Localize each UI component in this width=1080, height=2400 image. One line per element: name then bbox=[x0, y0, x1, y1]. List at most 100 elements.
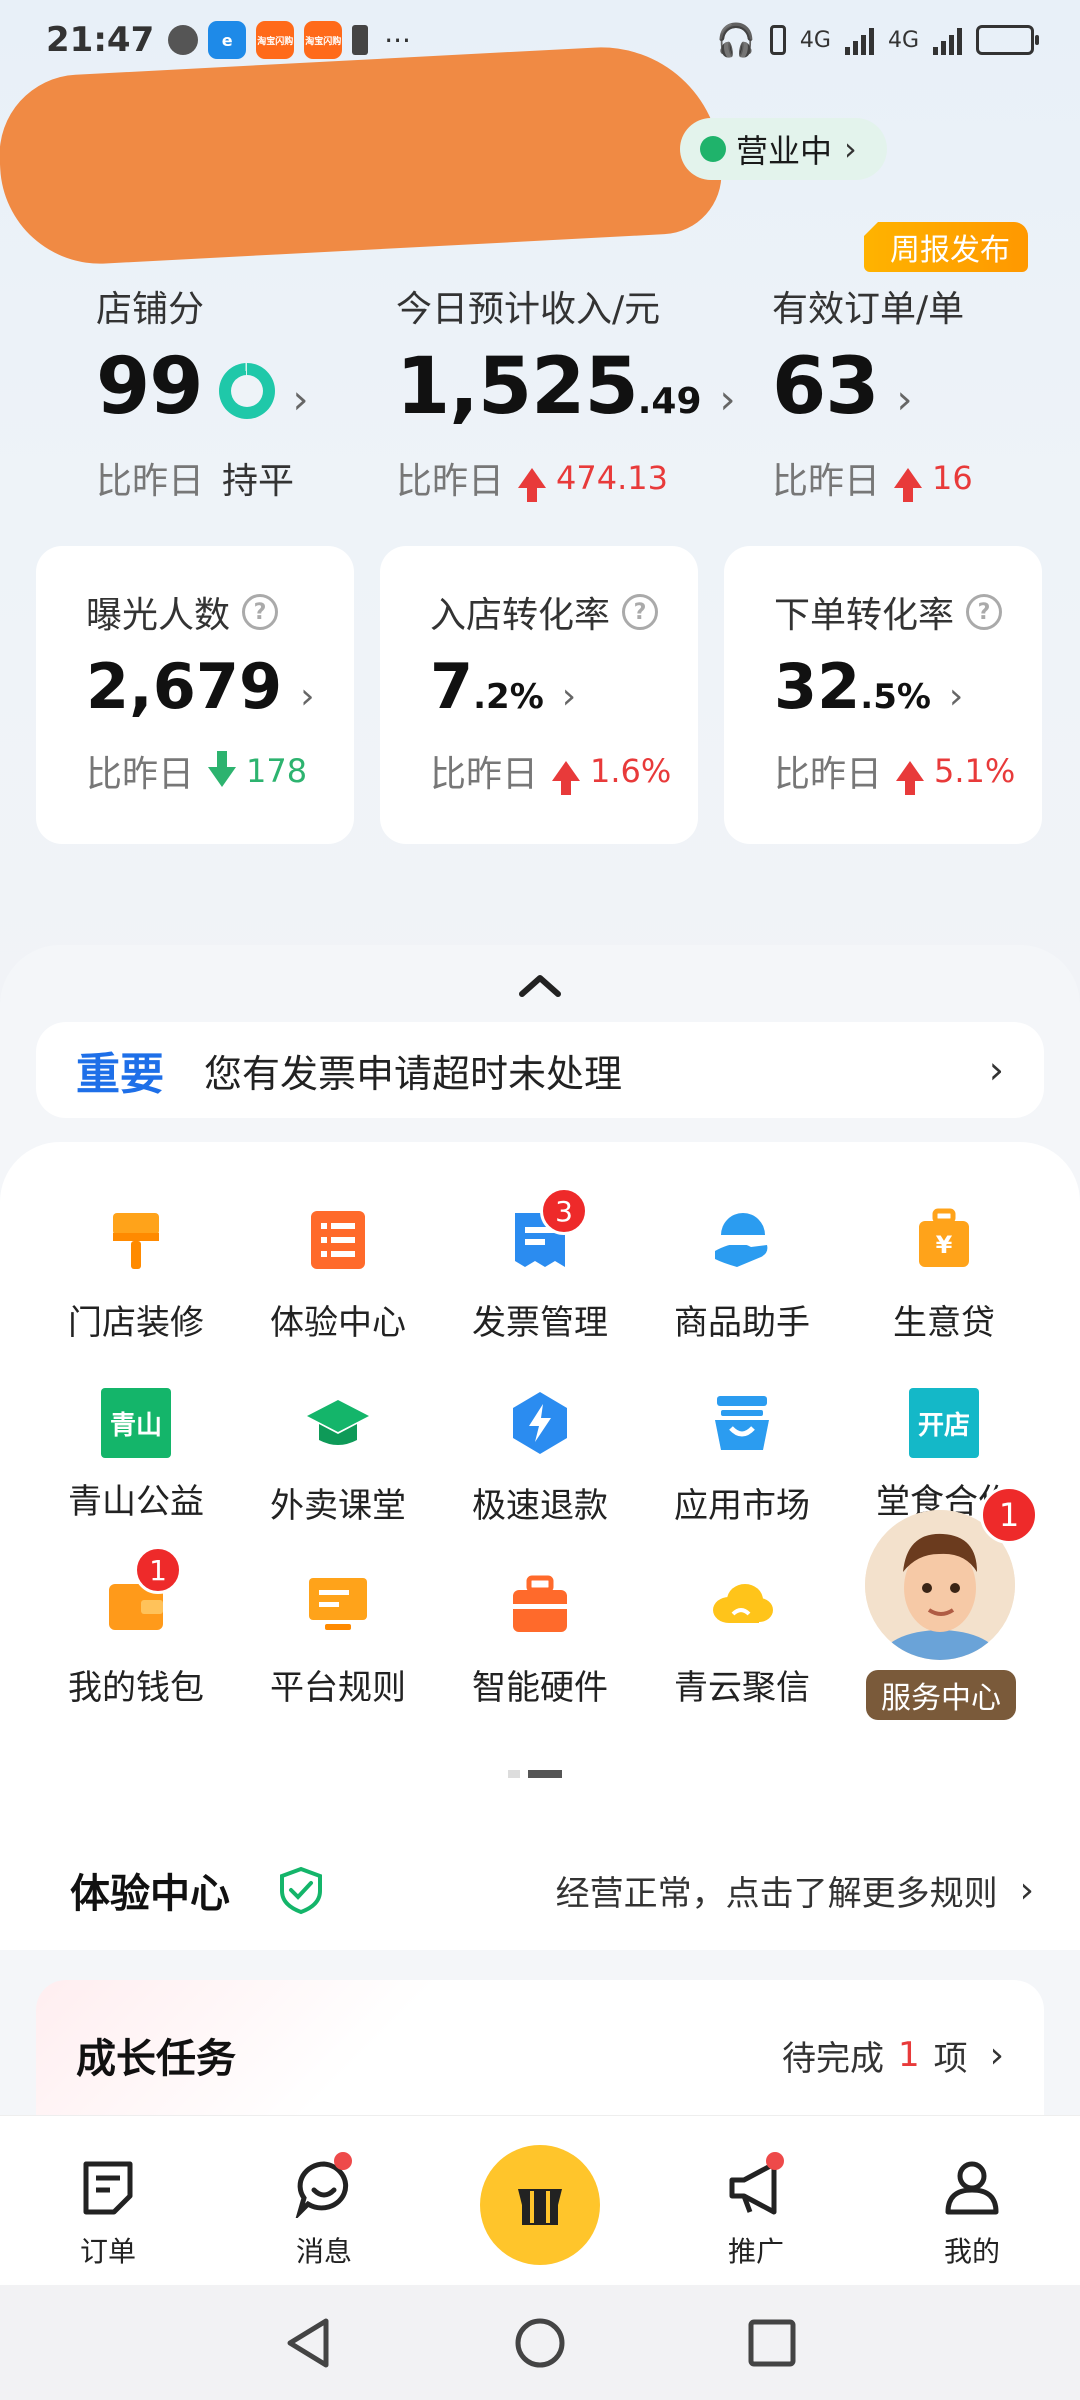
tool-delivery-class[interactable]: 外卖课堂 bbox=[238, 1388, 438, 1527]
tool-label: 外卖课堂 bbox=[270, 1486, 406, 1526]
monitor-icon bbox=[309, 1578, 367, 1630]
tool-my-wallet[interactable]: 1 我的钱包 bbox=[36, 1546, 236, 1709]
chevron-right-icon: › bbox=[719, 377, 736, 423]
voice-icon bbox=[168, 25, 199, 55]
page-dot bbox=[508, 1770, 520, 1778]
store-status-button[interactable]: 营业中 › bbox=[680, 118, 887, 180]
orders-stat[interactable]: 有效订单/单 63 › 比昨日 16 bbox=[772, 280, 973, 504]
tab-promotion[interactable]: 推广 bbox=[696, 2152, 816, 2270]
notification-badge: 1 bbox=[134, 1546, 182, 1594]
card-value: 2,679 bbox=[86, 650, 283, 723]
compare-label: 比昨日 bbox=[774, 754, 883, 795]
help-icon[interactable]: ? bbox=[622, 594, 659, 630]
compare-label: 比昨日 bbox=[396, 461, 505, 502]
arrow-up-icon bbox=[894, 468, 923, 502]
taobao-app-icon-2: 淘宝闪购 bbox=[304, 21, 343, 59]
tab-label: 消息 bbox=[295, 2235, 352, 2268]
compare-delta: 178 bbox=[246, 752, 308, 790]
pending-prefix: 待完成 bbox=[781, 2038, 884, 2079]
tab-label: 推广 bbox=[727, 2235, 784, 2268]
cloud-icon bbox=[713, 1584, 773, 1623]
shield-check-icon bbox=[280, 1866, 322, 1915]
svg-text:¥: ¥ bbox=[936, 1231, 953, 1259]
lightning-icon bbox=[513, 1392, 567, 1454]
stat-value: 1,525 bbox=[396, 342, 639, 432]
tool-smart-hardware[interactable]: 智能硬件 bbox=[440, 1570, 640, 1709]
tab-orders[interactable]: 订单 bbox=[48, 2158, 168, 2270]
service-center-button[interactable]: 1 服务中心 bbox=[860, 1486, 1038, 1720]
chevron-right-icon: › bbox=[844, 130, 857, 168]
tool-label: 平台规则 bbox=[270, 1668, 406, 1708]
help-icon[interactable]: ? bbox=[966, 594, 1003, 630]
income-stat[interactable]: 今日预计收入/元 1,525 .49 › 比昨日 474.13 bbox=[396, 280, 736, 504]
store-center-button[interactable] bbox=[480, 2145, 600, 2265]
tool-experience-center[interactable]: 体验中心 bbox=[238, 1205, 438, 1344]
growth-tasks-card[interactable]: 成长任务 待完成 1 项 › bbox=[36, 1980, 1044, 2130]
chevron-right-icon: › bbox=[988, 1048, 1004, 1092]
score-ring-icon bbox=[218, 363, 275, 419]
tool-app-market[interactable]: 应用市场 bbox=[642, 1388, 842, 1527]
open-status-dot bbox=[700, 136, 726, 162]
card-label: 入店转化率 bbox=[430, 595, 611, 636]
card-suffix: .2% bbox=[473, 677, 544, 717]
chevron-right-icon: › bbox=[948, 676, 964, 717]
tool-qingshan-charity[interactable]: 青山 青山公益 bbox=[36, 1388, 236, 1523]
open-store-icon: 开店 bbox=[909, 1388, 979, 1458]
tool-fast-refund[interactable]: 极速退款 bbox=[440, 1388, 640, 1527]
back-triangle-icon[interactable] bbox=[282, 2315, 338, 2371]
exposure-card[interactable]: 曝光人数 ? 2,679 › 比昨日 178 bbox=[36, 546, 354, 844]
graduation-cap-icon bbox=[307, 1400, 369, 1445]
tool-label: 智能硬件 bbox=[472, 1668, 608, 1708]
tool-label: 发票管理 bbox=[472, 1303, 608, 1343]
tool-label: 青云聚信 bbox=[674, 1668, 810, 1708]
loan-bag-icon: ¥ bbox=[919, 1208, 969, 1267]
shopping-basket-icon bbox=[715, 1396, 769, 1450]
experience-center-row[interactable]: 体验中心 经营正常，点击了解更多规则 › bbox=[0, 1830, 1080, 1950]
stat-value: 63 bbox=[772, 342, 880, 432]
list-doc-icon bbox=[311, 1211, 365, 1269]
weekly-report-badge[interactable]: 周报发布 bbox=[864, 222, 1028, 272]
tool-product-assistant[interactable]: 商品助手 bbox=[642, 1205, 842, 1344]
tool-invoice-management[interactable]: 3 发票管理 bbox=[440, 1187, 640, 1344]
tool-label: 极速退款 bbox=[472, 1486, 608, 1526]
alert-icon bbox=[352, 25, 369, 55]
order-icon bbox=[83, 2161, 133, 2215]
hand-helper-icon bbox=[715, 1213, 768, 1267]
tool-business-loan[interactable]: ¥ 生意贷 bbox=[844, 1205, 1044, 1344]
growth-title: 成长任务 bbox=[76, 2036, 236, 2082]
card-suffix: .5% bbox=[860, 677, 931, 717]
collapse-caret-icon[interactable] bbox=[518, 970, 562, 1000]
page-dot-active bbox=[528, 1770, 562, 1778]
tool-qingyun-juxin[interactable]: 青云聚信 bbox=[642, 1570, 842, 1709]
profile-icon bbox=[945, 2161, 999, 2215]
store-score-stat[interactable]: 店铺分 99 › 比昨日 持平 bbox=[96, 280, 309, 504]
system-nav-bar bbox=[0, 2285, 1080, 2400]
visit-conversion-card[interactable]: 入店转化率 ? 7 .2% › 比昨日 1.6% bbox=[380, 546, 698, 844]
experience-text: 经营正常，点击了解更多规则 bbox=[555, 1873, 998, 1914]
order-conversion-card[interactable]: 下单转化率 ? 32 .5% › 比昨日 5.1% bbox=[724, 546, 1042, 844]
tool-platform-rules[interactable]: 平台规则 bbox=[238, 1570, 438, 1709]
compare-delta: 5.1% bbox=[934, 752, 1016, 790]
chevron-right-icon: › bbox=[561, 676, 577, 717]
compare-label: 比昨日 bbox=[96, 461, 205, 502]
tab-label: 我的 bbox=[943, 2235, 1000, 2268]
eleme-app-icon: e bbox=[208, 21, 247, 59]
unread-dot bbox=[334, 2152, 352, 2170]
vibrate-icon bbox=[769, 25, 786, 55]
arrow-up-icon bbox=[552, 761, 581, 795]
tab-mine[interactable]: 我的 bbox=[912, 2158, 1032, 2270]
service-center-label: 服务中心 bbox=[866, 1670, 1016, 1720]
compare-label: 比昨日 bbox=[772, 461, 881, 502]
help-icon[interactable]: ? bbox=[242, 594, 279, 630]
home-circle-icon[interactable] bbox=[512, 2315, 568, 2371]
important-notice[interactable]: 重要 您有发票申请超时未处理 › bbox=[36, 1022, 1044, 1118]
more-indicator: ··· bbox=[384, 23, 411, 57]
notice-tag: 重要 bbox=[76, 1049, 164, 1100]
signal-icon-1 bbox=[844, 25, 874, 55]
stat-label: 有效订单/单 bbox=[772, 289, 965, 330]
status-right: 🎧 4G 4G bbox=[716, 21, 1039, 59]
tool-store-decoration[interactable]: 门店装修 bbox=[36, 1205, 236, 1344]
tab-messages[interactable]: 消息 bbox=[264, 2152, 384, 2270]
taobao-app-icon: 淘宝闪购 bbox=[256, 21, 295, 59]
recents-square-icon[interactable] bbox=[744, 2315, 800, 2371]
